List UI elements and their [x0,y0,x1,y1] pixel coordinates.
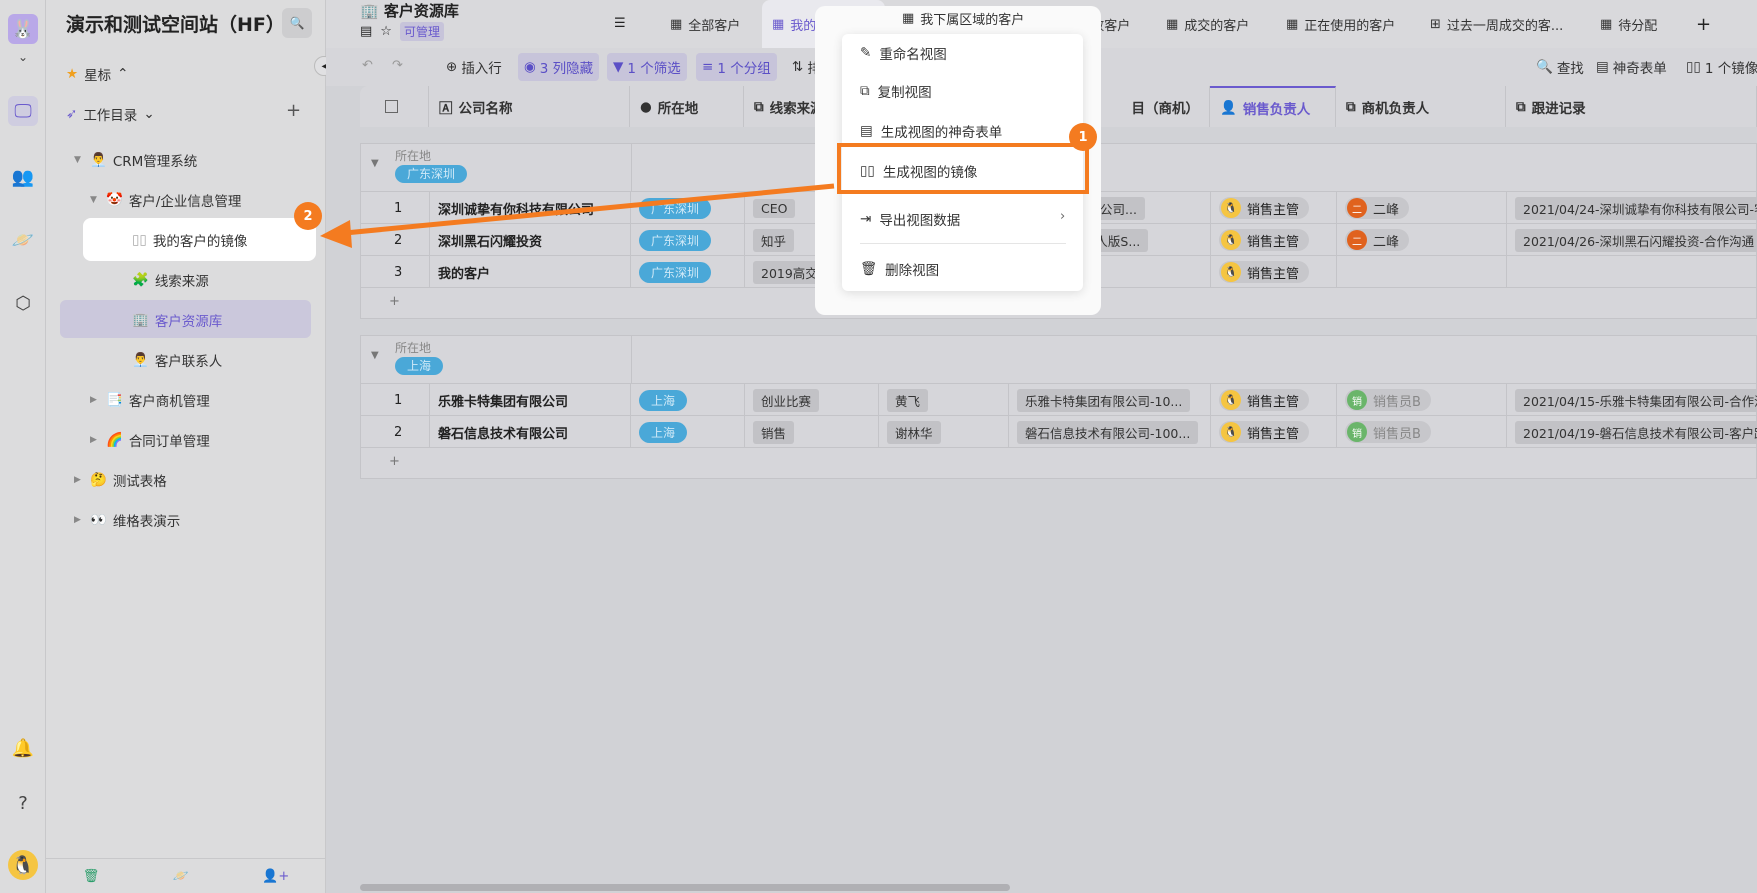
grid-icon: ▦ [902,10,915,26]
tab-label: 我下属区域的客户 [920,12,1025,28]
tab-subordinate[interactable]: ▦ 我下属区域的客户 [902,0,1024,36]
horizontal-scrollbar[interactable] [360,884,1010,891]
arrow-annotation [320,183,835,248]
